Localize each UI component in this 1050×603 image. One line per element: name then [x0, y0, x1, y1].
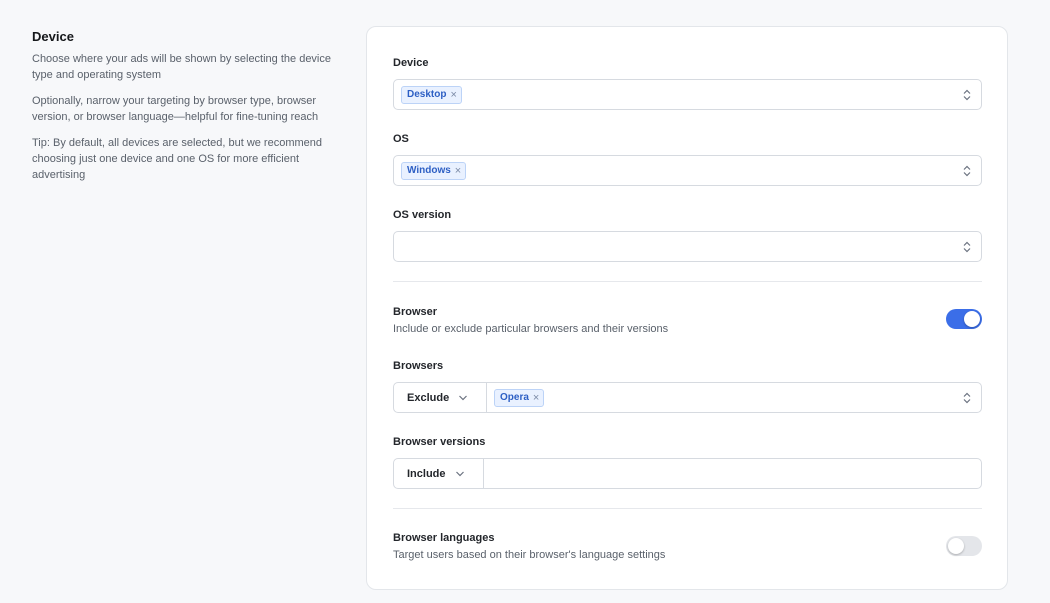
chevron-up-down-icon [963, 241, 971, 253]
section-description: Choose where your ads will be shown by s… [32, 53, 331, 81]
browser-languages-description: Target users based on their browser's la… [393, 549, 666, 561]
close-icon[interactable]: × [533, 392, 539, 403]
browser-versions-mode-dropdown[interactable]: Include [394, 459, 484, 488]
browser-versions-mode-value: Include [407, 467, 446, 480]
browser-tag: Opera × [494, 388, 545, 407]
browser-versions-input[interactable] [484, 459, 981, 488]
os-tag: Windows × [401, 161, 467, 180]
device-targeting-page: Device Choose where your ads will be sho… [0, 0, 1050, 603]
browser-versions-label: Browser versions [393, 436, 486, 448]
browsers-select[interactable]: Opera × [487, 383, 981, 412]
device-label: Device [393, 57, 429, 69]
browser-label: Browser [393, 306, 438, 318]
browser-languages-toggle[interactable] [946, 536, 982, 556]
close-icon[interactable]: × [450, 89, 456, 100]
chevron-up-down-icon [963, 89, 971, 101]
browser-versions-combo: Include [393, 458, 982, 489]
targeting-card: Device Desktop × OS Windows × OS version [366, 26, 1008, 590]
os-select[interactable]: Windows × [393, 155, 982, 186]
device-tag: Desktop × [401, 85, 462, 104]
chevron-down-icon [455, 471, 464, 476]
browsers-label: Browsers [393, 360, 444, 372]
os-version-label: OS version [393, 209, 452, 221]
browser-tag-label: Opera [500, 392, 529, 403]
chevron-up-down-icon [963, 392, 971, 404]
device-tag-label: Desktop [407, 89, 447, 100]
browser-languages-label: Browser languages [393, 532, 495, 544]
toggle-knob [948, 538, 964, 554]
browsers-mode-dropdown[interactable]: Exclude [394, 383, 487, 412]
chevron-up-down-icon [963, 165, 971, 177]
os-version-select[interactable] [393, 231, 982, 262]
browser-description: Include or exclude particular browsers a… [393, 323, 669, 335]
close-icon[interactable]: × [455, 165, 461, 176]
chevron-down-icon [459, 395, 468, 400]
section-tip: Tip: By default, all devices are selecte… [32, 137, 323, 181]
section-title: Device [32, 29, 74, 44]
os-label: OS [393, 133, 409, 145]
os-tag-label: Windows [407, 165, 451, 176]
device-section-intro: Device Choose where your ads will be sho… [32, 29, 332, 193]
browser-toggle[interactable] [946, 309, 982, 329]
section-optional-note: Optionally, narrow your targeting by bro… [32, 95, 319, 123]
toggle-knob [964, 311, 980, 327]
divider [393, 508, 982, 509]
divider [393, 281, 982, 282]
browsers-combo: Exclude Opera × [393, 382, 982, 413]
device-select[interactable]: Desktop × [393, 79, 982, 110]
browsers-mode-value: Exclude [407, 391, 450, 404]
